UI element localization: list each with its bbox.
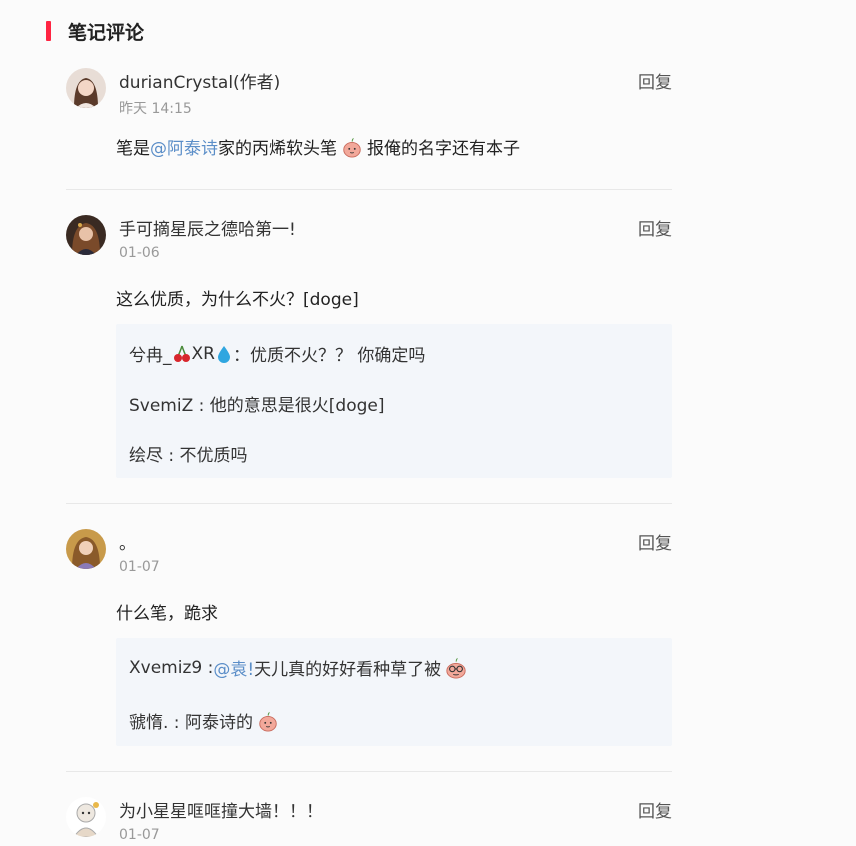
sub-author: Xvemiz9 :	[129, 657, 214, 678]
sub-text: 虢惰. : 阿泰诗的	[129, 713, 253, 733]
comment-content: 这么优质，为什么不火？[doge]	[116, 290, 359, 310]
comment-date: 01-06	[119, 245, 160, 261]
mention-link[interactable]: @阿泰诗	[150, 134, 218, 159]
peach-sticker-icon	[343, 137, 361, 158]
section-header: 笔记评论	[46, 18, 144, 44]
water-drop-icon	[217, 345, 230, 363]
sub-text: 天儿真的好好看种草了被	[254, 660, 442, 680]
mention-link[interactable]: @袁!	[213, 655, 254, 680]
divider	[66, 771, 672, 772]
content-text: 家的丙烯软头笔	[218, 139, 337, 159]
divider	[66, 189, 672, 190]
comment-item: 。 01-07 回复 什么笔，跪求 Xvemiz9 : @袁! 天儿真的好好看种…	[66, 529, 672, 746]
comment-content: 什么笔，跪求	[116, 604, 218, 624]
content-text: 报俺的名字还有本子	[367, 139, 520, 159]
comment-item: 为小星星哐哐撞大墙！！！ 01-07 回复	[66, 797, 672, 846]
sub-author: 兮冉_	[129, 346, 172, 366]
peach-sticker-icon	[259, 711, 277, 732]
comment-item: 手可摘星辰之德哈第一! 01-06 回复 这么优质，为什么不火？[doge] 兮…	[66, 215, 672, 478]
sub-comment[interactable]: 兮冉_ XR ：优质不火？？ 你确定吗	[129, 341, 426, 367]
sub-author: XR	[191, 343, 215, 364]
avatar[interactable]	[66, 797, 106, 837]
title-accent-bar	[46, 21, 51, 41]
avatar[interactable]	[66, 68, 106, 108]
comment-author[interactable]: 。	[119, 529, 136, 554]
comment-author[interactable]: durianCrystal(作者)	[119, 68, 280, 93]
sub-comments: Xvemiz9 : @袁! 天儿真的好好看种草了被 虢惰. : 阿泰诗的	[116, 638, 672, 746]
avatar-image	[66, 529, 106, 569]
avatar-image	[66, 215, 106, 255]
section-title: 笔记评论	[68, 21, 145, 44]
sub-comment[interactable]: 虢惰. : 阿泰诗的	[129, 708, 283, 733]
comment-date: 01-07	[119, 827, 160, 843]
comment-item: durianCrystal(作者) 昨天 14:15 回复 笔是 @阿泰诗 家的…	[66, 68, 672, 178]
avatar-image	[66, 797, 106, 837]
sub-comment[interactable]: SvemiZ : 他的意思是很火[doge]	[129, 391, 384, 416]
reply-button[interactable]: 回复	[638, 215, 672, 240]
sub-text: ：优质不火？？ 你确定吗	[232, 346, 426, 366]
sub-comment[interactable]: 绘尽 : 不优质吗	[129, 441, 248, 466]
avatar[interactable]	[66, 215, 106, 255]
cherry-icon	[173, 345, 190, 362]
reply-button[interactable]: 回复	[638, 797, 672, 822]
avatar[interactable]	[66, 529, 106, 569]
content-text: 笔是	[116, 139, 150, 159]
comment-date: 01-07	[119, 559, 160, 575]
reply-button[interactable]: 回复	[638, 68, 672, 93]
reply-button[interactable]: 回复	[638, 529, 672, 554]
comment-author[interactable]: 为小星星哐哐撞大墙！！！	[119, 797, 323, 822]
comment-content: 笔是 @阿泰诗 家的丙烯软头笔 报俺的名字还有本子	[116, 134, 520, 159]
peach-glasses-sticker-icon	[446, 657, 466, 679]
divider	[66, 503, 672, 504]
avatar-image	[66, 68, 106, 108]
comment-author[interactable]: 手可摘星辰之德哈第一!	[119, 215, 296, 240]
sub-comments: 兮冉_ XR ：优质不火？？ 你确定吗 SvemiZ : 他的意思是很火[dog…	[116, 324, 672, 478]
sub-comment[interactable]: Xvemiz9 : @袁! 天儿真的好好看种草了被	[129, 655, 471, 680]
comment-date: 昨天 14:15	[119, 101, 192, 117]
